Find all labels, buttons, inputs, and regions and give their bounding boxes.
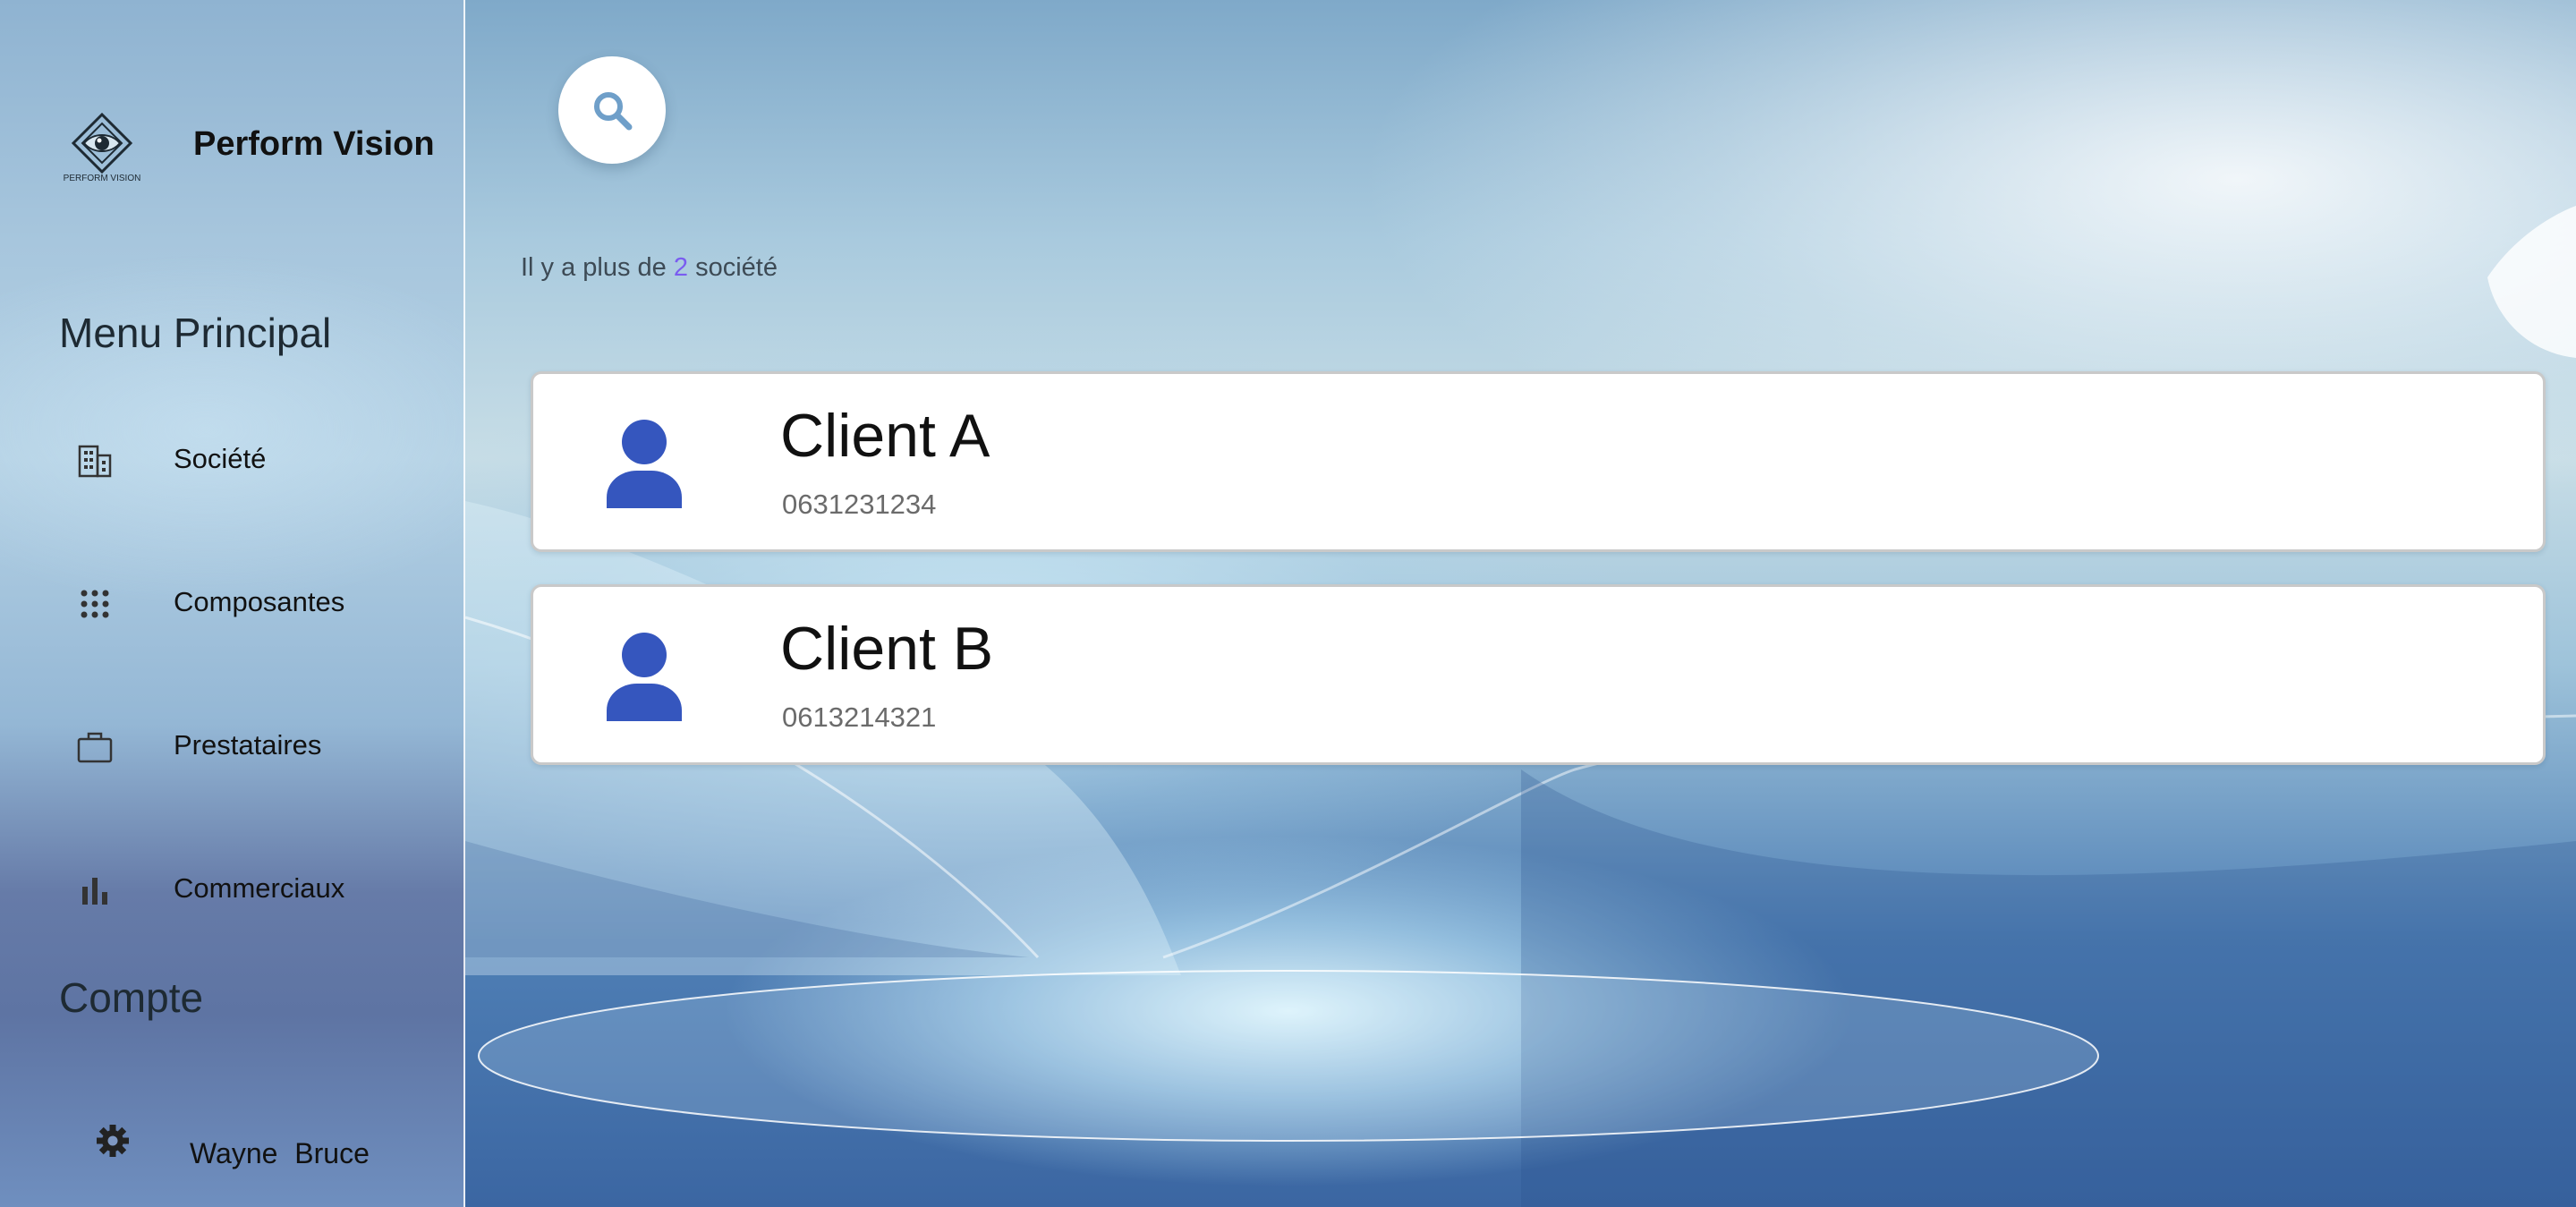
sidebar-item-label: Composantes	[174, 586, 345, 617]
main-menu-title: Menu Principal	[59, 310, 332, 356]
count-prefix: Il y a plus de	[521, 253, 674, 282]
person-icon	[607, 420, 682, 508]
search-icon	[594, 92, 633, 131]
client-name: Client B	[780, 615, 994, 683]
sidebar-item-label: Prestataires	[174, 729, 322, 761]
building-icon	[78, 445, 112, 478]
person-icon	[607, 633, 682, 721]
company-count-text: Il y a plus de 2 société	[521, 253, 778, 283]
account-title: Compte	[59, 974, 204, 1021]
client-name: Client A	[780, 402, 990, 470]
brand-name: Perform Vision	[193, 125, 435, 163]
briefcase-icon	[77, 732, 113, 763]
client-card[interactable]: Client B 0613214321	[531, 584, 2546, 765]
apps-grid-icon	[81, 590, 109, 618]
perform-vision-logo: PERFORM VISION	[64, 113, 141, 183]
svg-text:PERFORM VISION: PERFORM VISION	[64, 174, 141, 183]
bar-chart-icon	[82, 878, 107, 905]
sidebar: PERFORM VISION Perform Vision Menu Princ…	[0, 0, 465, 1207]
app-window: PERFORM VISION Perform Vision Menu Princ…	[0, 0, 2576, 1207]
sidebar-item-composantes[interactable]: Composantes	[54, 564, 429, 644]
gear-icon	[97, 1125, 129, 1157]
search-button[interactable]	[558, 56, 666, 164]
sidebar-item-prestataires[interactable]: Prestataires	[54, 707, 429, 787]
sidebar-item-label: Commerciaux	[174, 872, 345, 904]
client-phone: 0613214321	[782, 701, 937, 733]
count-suffix: société	[688, 253, 778, 282]
sidebar-item-societe[interactable]: Société	[54, 421, 429, 501]
account-settings[interactable]: Wayne Bruce	[89, 1114, 394, 1186]
sidebar-item-label: Société	[174, 443, 267, 474]
sidebar-item-commerciaux[interactable]: Commerciaux	[54, 850, 429, 931]
company-count: 2	[673, 253, 689, 282]
account-user-name: Wayne Bruce	[190, 1137, 370, 1169]
client-card[interactable]: Client A 0631231234	[531, 371, 2546, 552]
client-phone: 0631231234	[782, 489, 937, 520]
